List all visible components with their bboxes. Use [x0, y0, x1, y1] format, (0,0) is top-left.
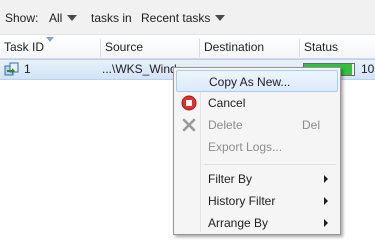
column-header-status[interactable]: Status	[300, 37, 375, 58]
status-filter-value: All	[49, 11, 63, 25]
menu-item-copy-as-new[interactable]: Copy As New...	[176, 70, 338, 92]
menu-item-history-filter[interactable]: History Filter	[176, 190, 338, 212]
range-filter-dropdown[interactable]: Recent tasks	[141, 10, 226, 26]
delete-shortcut: Del	[301, 118, 320, 132]
chevron-down-icon	[67, 14, 78, 21]
menu-item-delete[interactable]: Delete Del	[176, 114, 338, 136]
submenu-arrow-icon	[324, 197, 328, 205]
menu-item-cancel[interactable]: Cancel	[176, 92, 338, 114]
range-filter-value: Recent tasks	[141, 11, 211, 25]
sort-descending-icon	[46, 37, 54, 42]
submenu-arrow-icon	[324, 175, 328, 183]
show-label: Show:	[5, 11, 39, 25]
menu-item-export-logs[interactable]: Export Logs...	[176, 136, 338, 158]
column-header-source[interactable]: Source	[101, 37, 199, 58]
column-header-destination[interactable]: Destination	[200, 37, 300, 58]
task-manager-window: Show: All tasks in Recent tasks Task ID …	[0, 0, 375, 251]
status-text-cell: 10	[361, 62, 375, 76]
submenu-arrow-icon	[324, 219, 328, 227]
menu-item-arrange-by[interactable]: Arrange By	[176, 212, 338, 234]
filter-toolbar: Show: All tasks in Recent tasks	[0, 0, 375, 35]
chevron-down-icon	[215, 14, 226, 21]
status-filter-dropdown[interactable]: All	[49, 10, 78, 26]
column-header-row: Task ID Source Destination Status	[0, 37, 375, 59]
task-id-cell: 1	[24, 62, 31, 76]
task-type-icon	[4, 60, 20, 79]
menu-separator	[204, 164, 336, 165]
delete-icon	[181, 117, 197, 133]
cancel-icon	[181, 95, 197, 111]
column-header-task-id[interactable]: Task ID	[0, 37, 100, 58]
menu-item-filter-by[interactable]: Filter By	[176, 168, 338, 190]
context-menu: Copy As New... Cancel Delete Del Export …	[173, 67, 341, 235]
tasks-in-label: tasks in	[91, 11, 132, 25]
